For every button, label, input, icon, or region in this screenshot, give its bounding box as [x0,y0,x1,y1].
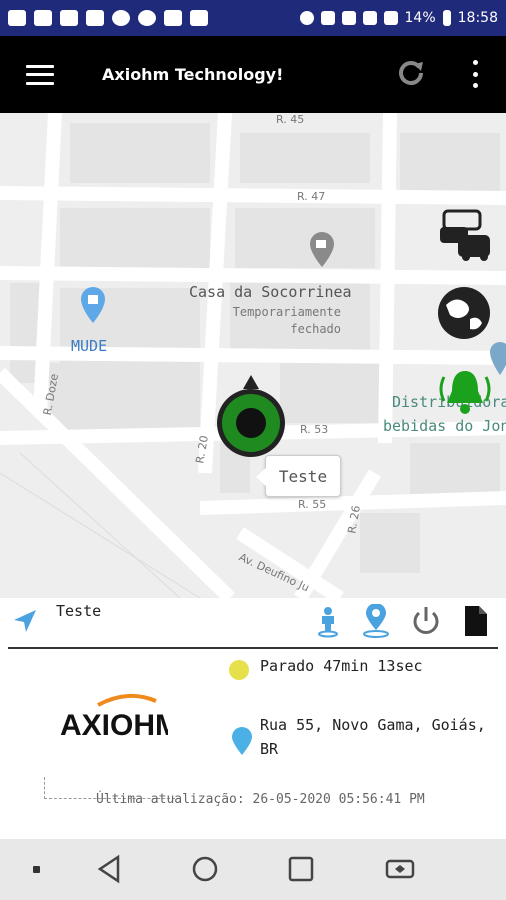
poi-status: Temporariamente fechado [229,304,341,338]
map-view[interactable]: R. 45 R. 47 R. Doze R. 20 R. 53 R. 55 R.… [0,113,506,598]
navigation-arrow-icon[interactable] [12,608,38,634]
recent-dot-icon[interactable] [33,866,40,873]
traffic-icon[interactable] [436,205,492,263]
axiohm-logo: AXIOHM [60,693,168,742]
street-label: R. 53 [300,423,329,436]
person-pin-icon[interactable] [312,604,344,638]
app-bar: Axiohm Technology! [0,36,506,113]
globe-icon[interactable] [436,285,492,341]
home-icon[interactable] [191,854,219,884]
poi-status-line: fechado [290,322,341,336]
mute-icon [320,11,335,25]
message-icon [86,10,104,26]
status-bar: 14% 18:58 [0,0,506,36]
street-label: R. 45 [276,113,305,126]
address-pin-icon [232,727,252,755]
system-icons: 14% 18:58 [299,10,498,26]
status-indicator [229,660,249,680]
clock: 18:58 [457,10,498,26]
vehicle-status: Parado 47min 13sec [260,657,423,675]
location-icon [299,11,314,25]
vehicle-marker-icon[interactable] [215,375,287,461]
battery-percent: 14% [404,10,436,26]
alert-notification-icon [34,10,52,26]
signal-2-icon [383,11,398,25]
street-label: R. 47 [297,190,326,203]
power-icon[interactable] [410,604,442,638]
chat-notification-icon [8,10,26,26]
netflix-icon [190,10,208,26]
system-nav-bar [0,839,506,900]
email-icon [164,10,182,26]
shopping-pin-icon[interactable] [80,287,106,325]
back-icon[interactable] [96,854,122,884]
rotate-icon[interactable] [383,854,417,884]
alarm-bell-icon[interactable] [436,367,494,417]
svg-text:AXIOHM: AXIOHM [60,709,168,742]
poi-status-line: Temporariamente [232,305,341,319]
menu-icon[interactable] [26,64,54,85]
notification-icons [8,10,208,26]
vehicle-name: Teste [56,602,102,620]
document-icon[interactable] [460,604,492,638]
vehicle-info-panel: AXIOHM Parado 47min 13sec Rua 55, Novo G… [0,649,506,839]
battery-icon [442,10,451,26]
street-grid [0,113,506,598]
location-pin-icon[interactable] [360,604,392,638]
opera-icon [138,10,156,26]
poi-mude[interactable]: MUDE [71,337,107,355]
vehicle-toolbar: Teste [0,598,506,646]
wifi-icon [341,11,356,25]
facebook-icon [60,10,78,26]
overview-icon[interactable] [287,854,315,884]
app-title: Axiohm Technology! [102,65,284,84]
poi-name[interactable]: Casa da Socorrinea [189,283,352,301]
refresh-icon[interactable] [396,58,426,88]
overflow-menu-icon[interactable] [470,60,480,88]
poi-distributor-line: bebidas do Jon J [382,417,506,435]
cafe-pin-icon[interactable] [308,231,336,269]
street-label: R. 55 [298,498,327,511]
marker-callout[interactable]: Teste [256,455,341,497]
vehicle-address: Rua 55, Novo Gama, Goiás, BR [260,716,486,758]
last-update: Última atualização: 26-05-2020 05:56:41 … [96,792,425,807]
signal-icon [362,11,377,25]
pinterest-icon [112,10,130,26]
